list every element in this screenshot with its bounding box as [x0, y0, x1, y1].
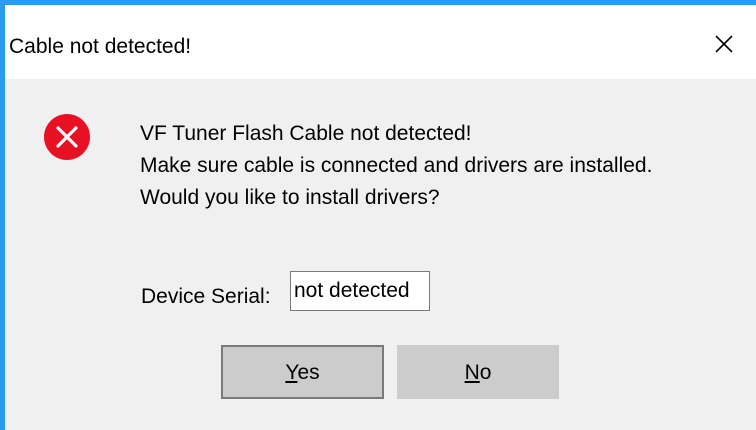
title-bar: Cable not detected!	[5, 5, 756, 79]
message-line: Make sure cable is connected and drivers…	[140, 154, 653, 177]
no-button[interactable]: No	[397, 345, 559, 399]
message-line: VF Tuner Flash Cable not detected!	[140, 122, 472, 145]
message-line: Would you like to install drivers?	[140, 186, 440, 209]
yes-button[interactable]: Yes	[221, 345, 384, 399]
dialog-title: Cable not detected!	[9, 35, 192, 58]
error-icon	[44, 114, 90, 160]
yes-mnemonic: Y	[285, 361, 298, 384]
error-dialog: Cable not detected! VF Tuner Flash Cable…	[0, 0, 756, 430]
yes-label: es	[297, 361, 320, 384]
no-label: o	[479, 361, 492, 384]
close-button[interactable]	[692, 5, 756, 79]
device-serial-field[interactable]: not detected	[290, 271, 430, 311]
no-mnemonic: N	[464, 361, 480, 384]
error-message: VF Tuner Flash Cable not detected! Make …	[140, 118, 652, 214]
close-icon	[715, 35, 733, 53]
device-serial-label: Device Serial:	[141, 285, 271, 308]
